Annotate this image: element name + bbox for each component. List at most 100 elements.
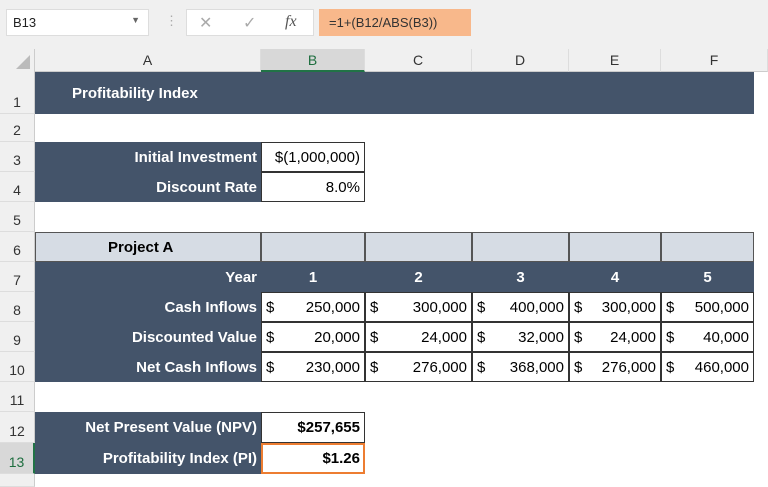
enter-check-icon[interactable]: ✓ [243, 13, 256, 33]
currency-symbol: $ [370, 328, 379, 346]
discount-rate-value[interactable]: 8.0% [261, 172, 365, 202]
amount: 20,000 [314, 328, 360, 346]
currency-symbol: $ [574, 298, 583, 316]
row-header-2[interactable]: 2 [0, 114, 35, 142]
pi-value-selected[interactable]: $1.26 [261, 443, 365, 474]
net-cash-inflows-cell[interactable]: $276,000 [365, 352, 472, 382]
initial-investment-value[interactable]: $(1,000,000) [261, 142, 365, 172]
discounted-value-cell[interactable]: $24,000 [569, 322, 661, 352]
year-value[interactable]: 2 [365, 262, 472, 292]
amount: 300,000 [412, 298, 467, 316]
column-header-A[interactable]: A [35, 49, 261, 72]
row-header-8[interactable]: 8 [0, 292, 35, 322]
amount: 300,000 [601, 298, 656, 316]
amount: 276,000 [601, 358, 656, 376]
drag-handle-icon[interactable]: ⋮ [165, 13, 178, 29]
row-header-6[interactable]: 6 [0, 232, 35, 262]
amount: 500,000 [694, 298, 749, 316]
row-header-7[interactable]: 7 [0, 262, 35, 292]
row-header-9[interactable]: 9 [0, 322, 35, 352]
npv-label[interactable]: Net Present Value (NPV) [35, 412, 261, 443]
project-name-cell[interactable]: Project A [35, 232, 261, 262]
row-header-12[interactable]: 12 [0, 412, 35, 443]
row-header-13[interactable]: 13 [0, 443, 35, 474]
currency-symbol: $ [666, 328, 675, 346]
npv-value[interactable]: $257,655 [261, 412, 365, 443]
net-cash-inflows-cell[interactable]: $230,000 [261, 352, 365, 382]
formula-input[interactable]: =1+(B12/ABS(B3)) [319, 9, 471, 36]
formula-buttons: ✕ ✓ fx [186, 9, 314, 36]
project-row-cell-4[interactable] [569, 232, 661, 262]
currency-symbol: $ [477, 358, 486, 376]
currency-symbol: $ [666, 298, 675, 316]
project-row-cell-3[interactable] [472, 232, 569, 262]
amount: 460,000 [694, 358, 749, 376]
year-value[interactable]: 5 [661, 262, 754, 292]
year-value[interactable]: 4 [569, 262, 661, 292]
column-header-E[interactable]: E [569, 49, 661, 72]
discounted-value-cell[interactable]: $20,000 [261, 322, 365, 352]
insert-function-icon[interactable]: fx [285, 13, 297, 31]
cash-inflows-label[interactable]: Cash Inflows [35, 292, 261, 322]
amount: 24,000 [610, 328, 656, 346]
amount: 32,000 [518, 328, 564, 346]
amount: 250,000 [305, 298, 360, 316]
year-value[interactable]: 3 [472, 262, 569, 292]
amount: 276,000 [412, 358, 467, 376]
year-label[interactable]: Year [35, 262, 261, 292]
cash-inflows-cell[interactable]: $300,000 [569, 292, 661, 322]
name-box[interactable]: B13 ▼ [6, 9, 149, 36]
discount-rate-label[interactable]: Discount Rate [35, 172, 261, 202]
currency-symbol: $ [266, 298, 275, 316]
row-header-3[interactable]: 3 [0, 142, 35, 172]
pi-label[interactable]: Profitability Index (PI) [35, 443, 261, 474]
amount: 24,000 [421, 328, 467, 346]
row-header-10[interactable]: 10 [0, 352, 35, 382]
name-box-value: B13 [13, 15, 37, 30]
initial-investment-label[interactable]: Initial Investment [35, 142, 261, 172]
net-cash-inflows-label[interactable]: Net Cash Inflows [35, 352, 261, 382]
currency-symbol: $ [477, 298, 486, 316]
discounted-value-cell[interactable]: $24,000 [365, 322, 472, 352]
row-header-4[interactable]: 4 [0, 172, 35, 202]
cash-inflows-cell[interactable]: $400,000 [472, 292, 569, 322]
discounted-value-cell[interactable]: $40,000 [661, 322, 754, 352]
discounted-value-label[interactable]: Discounted Value [35, 322, 261, 352]
currency-symbol: $ [266, 328, 275, 346]
amount: 400,000 [509, 298, 564, 316]
formula-bar: B13 ▼ ⋮ ✕ ✓ fx =1+(B12/ABS(B3)) [0, 0, 768, 49]
column-header-F[interactable]: F [661, 49, 768, 72]
currency-symbol: $ [370, 298, 379, 316]
currency-symbol: $ [666, 358, 675, 376]
net-cash-inflows-cell[interactable]: $276,000 [569, 352, 661, 382]
year-value[interactable]: 1 [261, 262, 365, 292]
cash-inflows-cell[interactable]: $250,000 [261, 292, 365, 322]
currency-symbol: $ [574, 358, 583, 376]
row-header-1[interactable]: 1 [0, 72, 35, 114]
row-header-11[interactable]: 11 [0, 382, 35, 412]
row-header-14[interactable] [0, 474, 35, 487]
column-header-C[interactable]: C [365, 49, 472, 72]
cash-inflows-cell[interactable]: $300,000 [365, 292, 472, 322]
project-row-cell-5[interactable] [661, 232, 754, 262]
row-header-5[interactable]: 5 [0, 202, 35, 232]
currency-symbol: $ [477, 328, 486, 346]
select-all-button[interactable] [0, 49, 35, 72]
title-cell[interactable]: Profitability Index [35, 72, 754, 114]
amount: 40,000 [703, 328, 749, 346]
discounted-value-cell[interactable]: $32,000 [472, 322, 569, 352]
net-cash-inflows-cell[interactable]: $460,000 [661, 352, 754, 382]
cash-inflows-cell[interactable]: $500,000 [661, 292, 754, 322]
cancel-icon[interactable]: ✕ [199, 13, 212, 33]
column-header-D[interactable]: D [472, 49, 569, 72]
project-row-cell-1[interactable] [261, 232, 365, 262]
currency-symbol: $ [574, 328, 583, 346]
currency-symbol: $ [266, 358, 275, 376]
project-row-cell-2[interactable] [365, 232, 472, 262]
chevron-down-icon[interactable]: ▼ [131, 15, 140, 25]
net-cash-inflows-cell[interactable]: $368,000 [472, 352, 569, 382]
amount: 368,000 [509, 358, 564, 376]
column-header-B[interactable]: B [261, 49, 365, 72]
currency-symbol: $ [370, 358, 379, 376]
amount: 230,000 [305, 358, 360, 376]
